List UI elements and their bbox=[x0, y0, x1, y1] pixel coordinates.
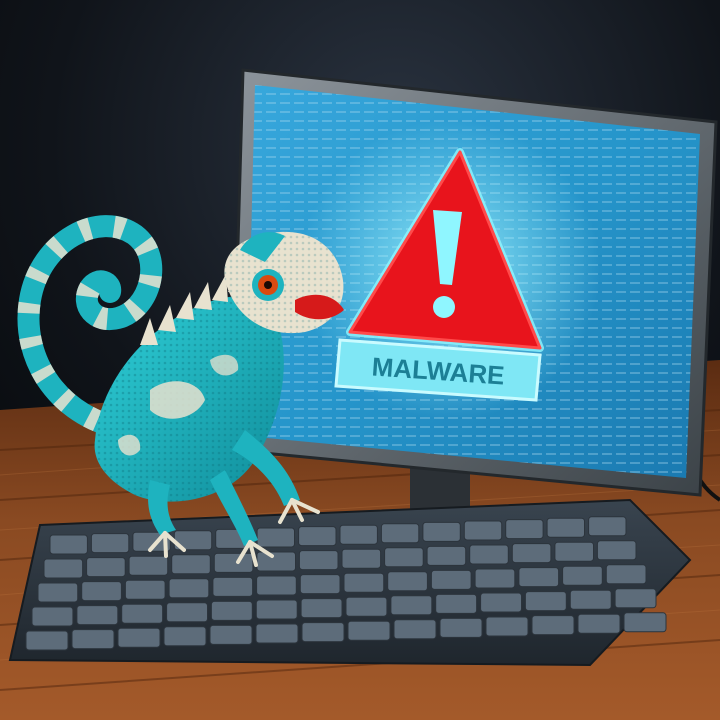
keyboard-key bbox=[463, 520, 503, 541]
keyboard-key bbox=[300, 598, 343, 619]
keyboard-key bbox=[596, 540, 637, 561]
keyboard-key bbox=[426, 545, 467, 566]
keyboard-key bbox=[531, 615, 575, 636]
keyboard-key bbox=[341, 548, 382, 569]
keyboard-key bbox=[422, 521, 461, 542]
keyboard-key bbox=[298, 550, 339, 571]
keyboard-key bbox=[435, 593, 478, 614]
keyboard-key bbox=[345, 596, 388, 617]
scene: MALWARE bbox=[0, 0, 720, 720]
keyboard-key bbox=[480, 592, 523, 613]
keyboard-key bbox=[518, 567, 560, 588]
keyboard-key bbox=[90, 533, 130, 554]
keyboard-key bbox=[505, 519, 544, 540]
keyboard-key bbox=[439, 617, 483, 638]
keyboard-key bbox=[255, 623, 299, 644]
keyboard-key bbox=[213, 552, 254, 573]
keyboard-key bbox=[209, 624, 253, 645]
keyboard-key bbox=[511, 543, 552, 564]
keyboard-key bbox=[430, 569, 472, 590]
keyboard-key bbox=[390, 595, 433, 616]
keyboard-key bbox=[546, 517, 585, 538]
keyboard-key bbox=[255, 599, 298, 620]
keyboard-key bbox=[393, 619, 437, 640]
keyboard-key bbox=[76, 605, 119, 626]
keyboard-key bbox=[43, 558, 84, 579]
keyboard-key bbox=[31, 606, 74, 627]
keyboard-key bbox=[256, 575, 297, 596]
keyboard-key bbox=[256, 551, 296, 572]
keyboard-key bbox=[299, 574, 341, 595]
keyboard-key bbox=[623, 612, 667, 633]
keyboard-key bbox=[166, 602, 209, 623]
chameleon-eye bbox=[252, 269, 284, 301]
keyboard-key bbox=[387, 571, 428, 592]
keyboard-key bbox=[81, 581, 122, 602]
keyboard-key bbox=[212, 576, 254, 597]
keyboard-key bbox=[124, 579, 166, 600]
keyboard-key bbox=[614, 588, 657, 609]
keyboard-key bbox=[168, 578, 210, 599]
keyboard-key bbox=[469, 544, 509, 565]
keyboard-key bbox=[588, 516, 627, 537]
keyboard-key bbox=[171, 554, 211, 575]
illustration-svg: MALWARE bbox=[0, 0, 720, 720]
keyboard-key bbox=[117, 627, 161, 648]
keyboard-key bbox=[128, 555, 169, 576]
keyboard-key bbox=[210, 600, 253, 621]
keyboard-key bbox=[71, 629, 115, 650]
keyboard-key bbox=[339, 524, 378, 545]
keyboard-key bbox=[569, 589, 612, 610]
keyboard bbox=[8, 498, 692, 667]
keyboard-key bbox=[86, 557, 126, 578]
keyboard-key bbox=[384, 547, 424, 568]
keyboard-key bbox=[474, 568, 516, 589]
keyboard-key bbox=[25, 630, 69, 651]
keyboard-key bbox=[554, 541, 595, 562]
keyboard-key bbox=[163, 626, 207, 647]
keyboard-key bbox=[256, 527, 296, 548]
keyboard-key bbox=[524, 591, 567, 612]
keyboard-key bbox=[485, 616, 529, 637]
keyboard-key bbox=[301, 622, 345, 643]
keyboard-key bbox=[298, 526, 337, 547]
keyboard-key bbox=[121, 603, 164, 624]
keyboard-key bbox=[577, 613, 621, 634]
keyboard-key bbox=[343, 572, 385, 593]
keyboard-key bbox=[49, 534, 88, 555]
keyboard-key bbox=[562, 565, 603, 586]
keyboard-key bbox=[37, 582, 79, 603]
keyboard-key bbox=[605, 564, 647, 585]
keyboard-key bbox=[347, 620, 391, 641]
keyboard-key bbox=[380, 523, 420, 544]
